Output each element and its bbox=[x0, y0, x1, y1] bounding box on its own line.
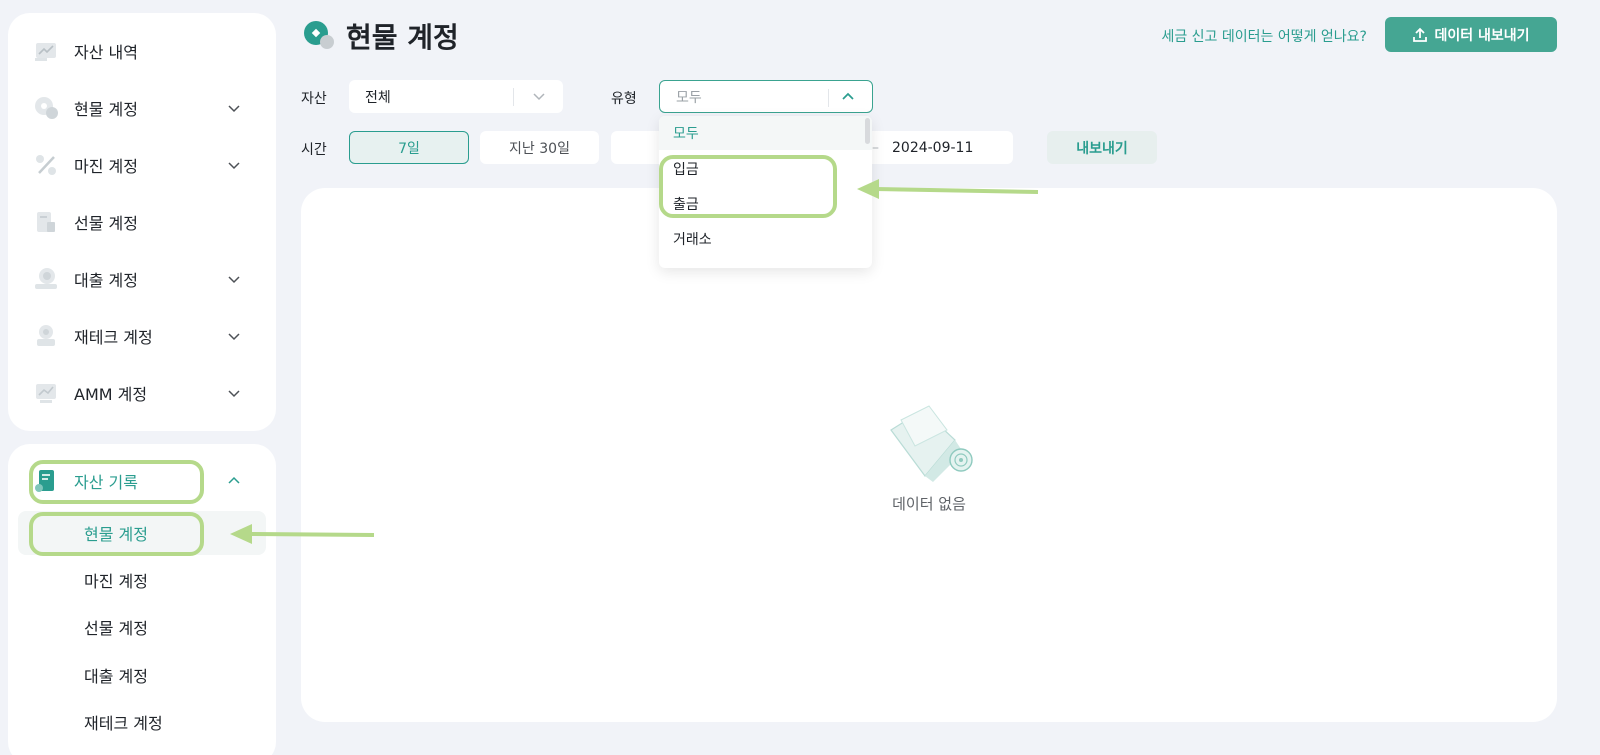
time-filter-label: 시간 bbox=[301, 142, 327, 158]
annotation-arrow bbox=[230, 524, 375, 544]
sidebar-item-label: 마진 계정 bbox=[74, 157, 138, 176]
select-divider bbox=[513, 88, 514, 106]
asset-history-icon bbox=[34, 39, 58, 63]
chevron-up-icon bbox=[228, 476, 240, 484]
sidebar-sub-earn-account[interactable]: 재테크 계정 bbox=[18, 700, 266, 744]
chevron-down-icon bbox=[228, 162, 240, 170]
type-option-label: 모두 bbox=[673, 126, 699, 142]
export-data-button[interactable]: 데이터 내보내기 bbox=[1385, 17, 1557, 52]
time-option-30d[interactable]: 지난 30일 bbox=[480, 131, 599, 164]
earn-account-icon bbox=[34, 324, 58, 348]
sidebar-sub-margin-account[interactable]: 마진 계정 bbox=[18, 558, 266, 602]
spot-account-icon bbox=[34, 96, 58, 120]
asset-select[interactable]: 전체 bbox=[349, 80, 563, 113]
date-end[interactable]: 2024-09-11 bbox=[892, 140, 973, 156]
sidebar-sub-loan-account[interactable]: 대출 계정 bbox=[18, 653, 266, 697]
type-select-value: 모두 bbox=[676, 89, 702, 106]
sidebar-item-label: 현물 계정 bbox=[74, 100, 138, 119]
sidebar-sub-label: 대출 계정 bbox=[84, 667, 148, 686]
sidebar-item-label: 자산 내역 bbox=[74, 43, 138, 62]
upload-icon bbox=[1413, 27, 1428, 42]
highlight-spot-account bbox=[29, 512, 204, 556]
sidebar-item-label: 재테크 계정 bbox=[74, 328, 153, 347]
type-filter-label: 유형 bbox=[611, 91, 637, 107]
time-option-label: 지난 30일 bbox=[509, 140, 570, 157]
export-button[interactable]: 내보내기 bbox=[1047, 131, 1157, 164]
amm-account-icon bbox=[34, 381, 58, 405]
page-title: 현물 계정 bbox=[346, 21, 459, 54]
empty-state-label: 데이터 없음 bbox=[892, 495, 966, 513]
asset-filter-label: 자산 bbox=[301, 91, 327, 107]
sidebar-item-label: 선물 계정 bbox=[74, 214, 138, 233]
sidebar-item-loan-account[interactable]: 대출 계정 bbox=[34, 259, 246, 299]
sidebar-item-earn-account[interactable]: 재테크 계정 bbox=[34, 316, 246, 356]
chevron-down-icon bbox=[228, 390, 240, 398]
chevron-down-icon bbox=[533, 93, 545, 101]
empty-data-illustration bbox=[885, 400, 977, 482]
sidebar-item-spot-account[interactable]: 현물 계정 bbox=[34, 88, 246, 128]
select-divider bbox=[828, 89, 829, 107]
chevron-down-icon bbox=[228, 105, 240, 113]
sidebar-sub-label: 선물 계정 bbox=[84, 619, 148, 638]
sidebar-item-label: AMM 계정 bbox=[74, 385, 148, 404]
chevron-down-icon bbox=[228, 333, 240, 341]
type-option-all[interactable]: 모두 bbox=[659, 116, 872, 150]
export-data-label: 데이터 내보내기 bbox=[1434, 27, 1530, 44]
time-option-label: 7일 bbox=[398, 140, 420, 157]
time-option-7d[interactable]: 7일 bbox=[349, 131, 469, 164]
margin-account-icon bbox=[34, 153, 58, 177]
sidebar-item-margin-account[interactable]: 마진 계정 bbox=[34, 145, 246, 185]
loan-account-icon bbox=[34, 267, 58, 291]
highlight-deposit-withdraw bbox=[659, 155, 837, 218]
sidebar-sub-futures-account[interactable]: 선물 계정 bbox=[18, 605, 266, 649]
sidebar-item-asset-history[interactable]: 자산 내역 bbox=[34, 31, 246, 71]
export-label: 내보내기 bbox=[1076, 140, 1128, 157]
type-select[interactable]: 모두 bbox=[659, 80, 873, 113]
asset-select-value: 전체 bbox=[365, 89, 391, 106]
tax-data-help-link[interactable]: 세금 신고 데이터는 어떻게 얻나요? bbox=[1161, 26, 1367, 46]
sidebar-item-amm-account[interactable]: AMM 계정 bbox=[34, 373, 246, 413]
type-option-label: 거래소 bbox=[673, 232, 712, 248]
spot-account-icon bbox=[303, 20, 335, 52]
sidebar-sub-label: 재테크 계정 bbox=[84, 714, 163, 733]
futures-account-icon bbox=[34, 210, 58, 234]
highlight-asset-records bbox=[29, 460, 204, 504]
chevron-up-icon bbox=[842, 92, 854, 100]
chevron-down-icon bbox=[228, 276, 240, 284]
type-option-exchange[interactable]: 거래소 bbox=[659, 222, 872, 256]
sidebar-item-label: 대출 계정 bbox=[74, 271, 138, 290]
date-range-separator: – bbox=[872, 139, 879, 156]
records-panel: 데이터 없음 bbox=[301, 188, 1557, 722]
sidebar-item-futures-account[interactable]: 선물 계정 bbox=[34, 202, 246, 242]
annotation-arrow bbox=[857, 179, 1039, 199]
dropdown-scrollbar[interactable] bbox=[865, 118, 870, 144]
sidebar-sub-label: 마진 계정 bbox=[84, 572, 148, 591]
